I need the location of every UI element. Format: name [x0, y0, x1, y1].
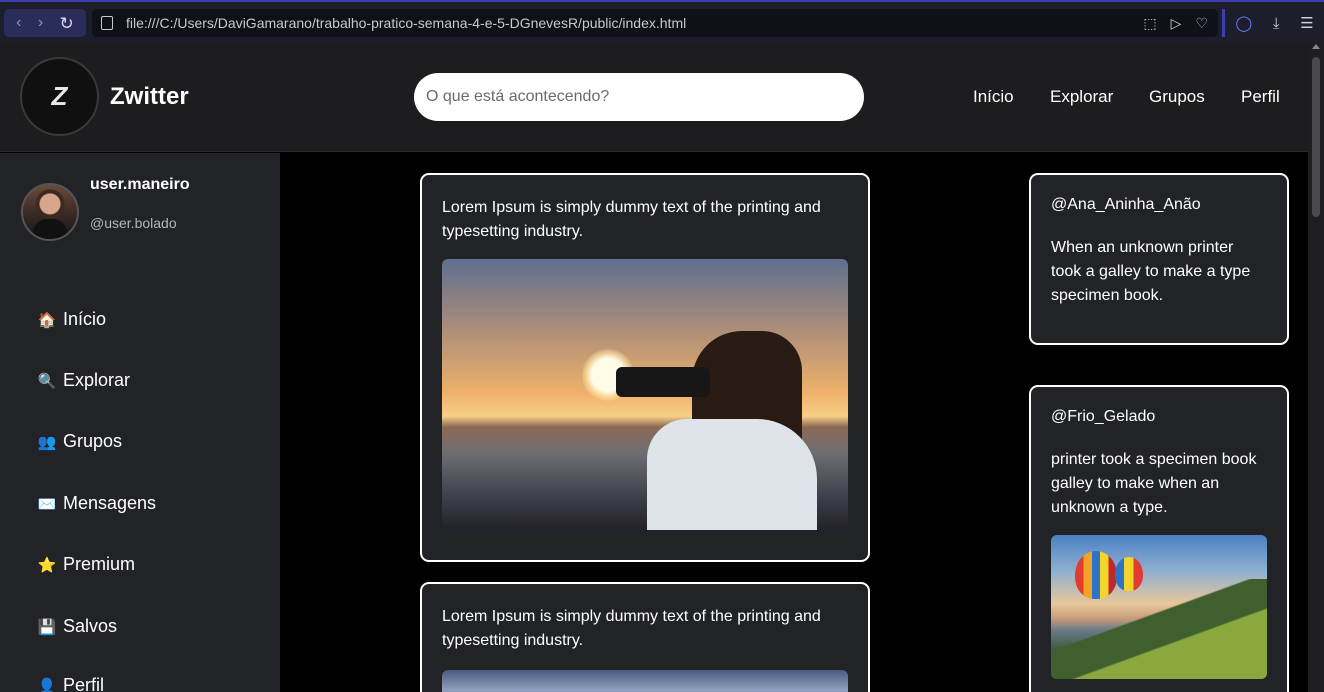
sidebar-item-label: Explorar	[63, 370, 131, 390]
post-text: Lorem Ipsum is simply dummy text of the …	[442, 199, 821, 240]
sidebar: user.maneiro @user.bolado 🏠 Início 🔍 Exp…	[0, 153, 280, 692]
sidebar-item-mensagens[interactable]: ✉️ Mensagens	[37, 493, 156, 514]
reload-icon[interactable]: ↻	[60, 15, 74, 32]
page-scrollbar[interactable]	[1308, 42, 1324, 692]
balloon	[1075, 551, 1117, 599]
group-icon: 👥	[37, 433, 57, 451]
sidebar-item-label: Mensagens	[63, 493, 157, 513]
browser-nav-buttons: ‹ › ↻	[4, 9, 86, 37]
scroll-up-arrow-icon[interactable]	[1312, 44, 1320, 49]
trending-post[interactable]: @Ana_Aninha_Anão When an unknown printer…	[1029, 173, 1289, 345]
menu-icon[interactable]: ☰	[1300, 14, 1313, 32]
star-icon: ⭐	[37, 556, 57, 574]
photo-person-body	[647, 419, 817, 530]
zwitter-logo[interactable]: Z	[20, 57, 99, 136]
sidebar-item-grupos[interactable]: 👥 Grupos	[37, 431, 122, 452]
browser-actions: ◯ ⤓ ☰	[1222, 9, 1324, 37]
scrollbar-thumb[interactable]	[1312, 57, 1320, 217]
sidebar-item-premium[interactable]: ⭐ Premium	[37, 554, 135, 575]
trending-post[interactable]: @Frio_Gelado printer took a specimen boo…	[1029, 385, 1289, 692]
logo-letter: Z	[51, 81, 68, 111]
avatar[interactable]	[21, 183, 79, 241]
sidebar-item-label: Salvos	[63, 616, 118, 636]
post-image-hot-air-balloons	[1051, 535, 1267, 679]
username: user.maneiro	[90, 176, 190, 193]
sidebar-item-label: Perfil	[63, 675, 105, 692]
heart-icon[interactable]: ♡	[1195, 15, 1208, 32]
address-bar[interactable]: file:///C:/Users/DaviGamarano/trabalho-p…	[92, 9, 1218, 37]
post-text: When an unknown printer took a galley to…	[1051, 239, 1251, 304]
sidebar-item-inicio[interactable]: 🏠 Início	[37, 309, 106, 330]
file-icon	[101, 16, 113, 30]
feed-post[interactable]: Lorem Ipsum is simply dummy text of the …	[420, 173, 870, 562]
sidebar-item-explorar[interactable]: 🔍 Explorar	[37, 370, 130, 391]
user-handle: @user.bolado	[90, 215, 177, 231]
sidebar-item-label: Premium	[63, 554, 136, 574]
balloon	[1115, 557, 1143, 591]
post-image-sky	[442, 670, 848, 692]
play-icon[interactable]: ▷	[1171, 15, 1182, 32]
sidebar-item-label: Grupos	[63, 431, 123, 451]
post-image-photographer-sunset	[442, 259, 848, 530]
post-handle[interactable]: @Ana_Aninha_Anão	[1051, 196, 1201, 214]
sidebar-item-perfil[interactable]: 👤 Perfil	[37, 675, 104, 692]
post-handle[interactable]: @Frio_Gelado	[1051, 408, 1155, 426]
download-icon[interactable]: ⤓	[1273, 15, 1280, 32]
post-text: Lorem Ipsum is simply dummy text of the …	[442, 608, 821, 649]
post-text: printer took a specimen book galley to m…	[1051, 451, 1257, 516]
site-header: Z Zwitter Início Explorar Grupos Perfil	[0, 42, 1308, 152]
profile-icon[interactable]: ◯	[1235, 14, 1252, 32]
sidebar-item-salvos[interactable]: 💾 Salvos	[37, 616, 117, 637]
back-icon[interactable]: ‹	[16, 15, 21, 31]
nav-inicio[interactable]: Início	[973, 87, 1014, 107]
url-text[interactable]: file:///C:/Users/DaviGamarano/trabalho-p…	[126, 15, 686, 31]
post-input[interactable]	[414, 73, 864, 121]
nav-perfil[interactable]: Perfil	[1241, 87, 1280, 107]
screenshot-icon[interactable]: ⬚	[1143, 15, 1156, 32]
browser-toolbar: ‹ › ↻ file:///C:/Users/DaviGamarano/trab…	[0, 0, 1324, 42]
user-icon: 👤	[37, 677, 57, 692]
envelope-icon: ✉️	[37, 495, 57, 513]
photo-camera	[616, 367, 710, 397]
brand-name: Zwitter	[110, 83, 189, 110]
search-icon: 🔍	[37, 372, 57, 390]
forward-icon[interactable]: ›	[38, 15, 43, 31]
sidebar-item-label: Início	[63, 309, 107, 329]
address-bar-actions: ⬚ ▷ ♡	[1143, 9, 1208, 37]
home-icon: 🏠	[37, 311, 57, 329]
nav-grupos[interactable]: Grupos	[1149, 87, 1205, 107]
floppy-disk-icon: 💾	[37, 618, 57, 636]
nav-explorar[interactable]: Explorar	[1050, 87, 1113, 107]
feed-post[interactable]: Lorem Ipsum is simply dummy text of the …	[420, 582, 870, 692]
